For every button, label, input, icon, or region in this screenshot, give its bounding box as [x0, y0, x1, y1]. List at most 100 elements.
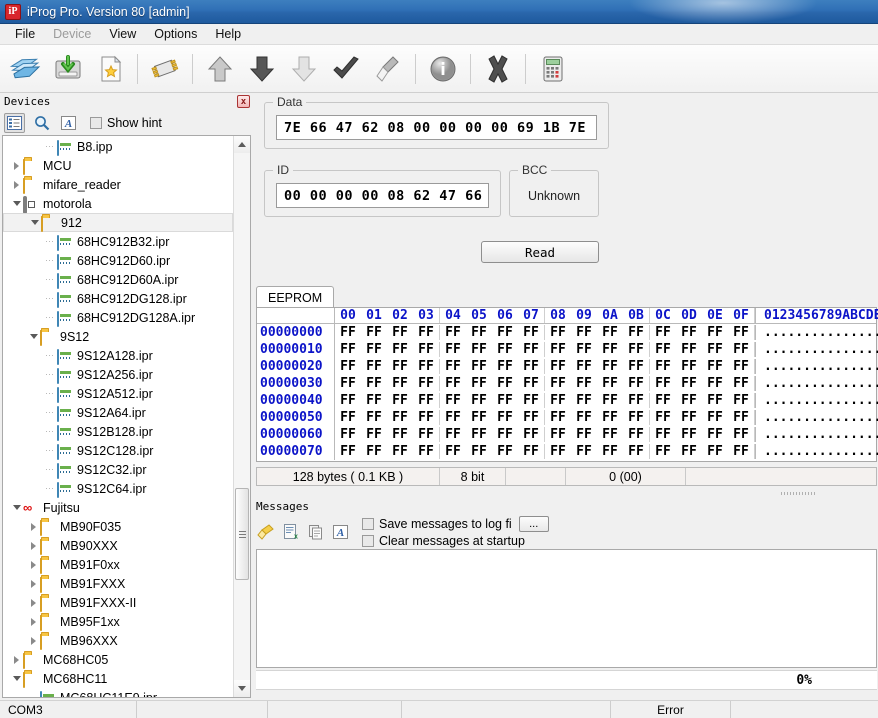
- save-messages-to-log-checkbox[interactable]: Save messages to log fi ...: [362, 516, 549, 532]
- hex-byte-cell[interactable]: FF: [492, 444, 518, 459]
- hex-byte-cell[interactable]: FF: [702, 359, 728, 374]
- hex-byte-cell[interactable]: FF: [387, 393, 413, 408]
- hex-byte-cell[interactable]: FF: [466, 342, 492, 357]
- hex-column-header-cell[interactable]: 06: [492, 308, 518, 323]
- hex-byte-cell[interactable]: FF: [440, 376, 466, 391]
- tree-item[interactable]: MB96XXX: [3, 631, 233, 650]
- menu-item-device[interactable]: Device: [44, 25, 100, 43]
- hex-byte-cell[interactable]: FF: [650, 444, 676, 459]
- chip-icon[interactable]: [145, 47, 185, 91]
- hex-byte-cell[interactable]: FF: [702, 427, 728, 442]
- hex-byte-cell[interactable]: FF: [387, 444, 413, 459]
- hex-byte-cell[interactable]: FF: [440, 325, 466, 340]
- hex-byte-cell[interactable]: FF: [597, 376, 623, 391]
- hex-byte-cell[interactable]: FF: [545, 376, 571, 391]
- hex-byte-cell[interactable]: FF: [728, 342, 754, 357]
- hex-byte-cell[interactable]: FF: [335, 359, 361, 374]
- tree-item[interactable]: motorola: [3, 194, 233, 214]
- hex-byte-cell[interactable]: FF: [335, 410, 361, 425]
- save-to-disk-icon[interactable]: [48, 47, 88, 91]
- font-icon[interactable]: A: [58, 113, 79, 133]
- hex-byte-cell[interactable]: FF: [597, 444, 623, 459]
- tree-item[interactable]: MB91FXXX: [3, 574, 233, 593]
- hex-column-header-cell[interactable]: 0B: [623, 308, 649, 323]
- hex-byte-cell[interactable]: FF: [492, 325, 518, 340]
- hex-byte-cell[interactable]: FF: [571, 359, 597, 374]
- chevron-down-icon[interactable]: [11, 673, 22, 684]
- hex-byte-cell[interactable]: FF: [597, 325, 623, 340]
- tree-item[interactable]: MC68HC11: [3, 669, 233, 688]
- hex-byte-cell[interactable]: FF: [466, 427, 492, 442]
- hex-byte-cell[interactable]: FF: [361, 342, 387, 357]
- cancel-x-icon[interactable]: [478, 47, 518, 91]
- hex-column-header-cell[interactable]: 0D: [676, 308, 702, 323]
- hex-byte-cell[interactable]: FF: [440, 410, 466, 425]
- hex-byte-cell[interactable]: FF: [676, 342, 702, 357]
- tree-item[interactable]: MB91FXXX-II: [3, 593, 233, 612]
- hex-ascii-text[interactable]: ................: [755, 342, 878, 357]
- hex-byte-cell[interactable]: FF: [518, 376, 544, 391]
- hex-byte-cell[interactable]: FF: [623, 342, 649, 357]
- hex-byte-cell[interactable]: FF: [413, 427, 439, 442]
- save-messages-checkbox-box[interactable]: [362, 518, 374, 530]
- hex-byte-cell[interactable]: FF: [650, 427, 676, 442]
- menu-item-options[interactable]: Options: [145, 25, 206, 43]
- hex-byte-cell[interactable]: FF: [728, 325, 754, 340]
- hex-byte-cell[interactable]: FF: [597, 410, 623, 425]
- hex-byte-cell[interactable]: FF: [492, 427, 518, 442]
- chevron-right-icon[interactable]: [28, 578, 39, 589]
- devices-tree-scrollbar[interactable]: [233, 136, 250, 697]
- hex-byte-cell[interactable]: FF: [728, 410, 754, 425]
- tree-item[interactable]: 9S12B128.ipr: [3, 422, 233, 441]
- hex-byte-cell[interactable]: FF: [440, 393, 466, 408]
- hex-byte-cell[interactable]: FF: [676, 427, 702, 442]
- hex-byte-cell[interactable]: FF: [650, 342, 676, 357]
- hex-column-header-cell[interactable]: 02: [387, 308, 413, 323]
- tree-item[interactable]: MB90XXX: [3, 536, 233, 555]
- hex-column-header-cell[interactable]: 04: [440, 308, 466, 323]
- hex-byte-cell[interactable]: FF: [728, 444, 754, 459]
- tree-item[interactable]: 9S12C32.ipr: [3, 460, 233, 479]
- tab-eeprom[interactable]: EEPROM: [256, 286, 335, 308]
- hex-byte-cell[interactable]: FF: [623, 427, 649, 442]
- hex-byte-cell[interactable]: FF: [492, 376, 518, 391]
- export-excel-icon[interactable]: x: [281, 523, 300, 542]
- hex-byte-cell[interactable]: FF: [413, 444, 439, 459]
- hex-column-header-cell[interactable]: 08: [545, 308, 571, 323]
- hex-ascii-text[interactable]: ................: [755, 325, 878, 340]
- hex-byte-cell[interactable]: FF: [545, 444, 571, 459]
- hex-column-header-cell[interactable]: 0F: [728, 308, 754, 323]
- verify-check-icon[interactable]: [326, 47, 366, 91]
- calculator-icon[interactable]: [533, 47, 573, 91]
- chevron-down-icon[interactable]: [11, 198, 22, 209]
- hex-byte-cell[interactable]: FF: [571, 376, 597, 391]
- scroll-up-arrow-icon[interactable]: [234, 136, 250, 153]
- hex-byte-cell[interactable]: FF: [623, 325, 649, 340]
- hex-byte-cell[interactable]: FF: [413, 342, 439, 357]
- hex-byte-cell[interactable]: FF: [545, 359, 571, 374]
- chevron-right-icon[interactable]: [11, 179, 22, 190]
- tree-item[interactable]: 9S12C128.ipr: [3, 441, 233, 460]
- hex-byte-cell[interactable]: FF: [335, 325, 361, 340]
- tree-item[interactable]: 68HC912D60.ipr: [3, 251, 233, 270]
- tree-item[interactable]: MC68HC11E9.ipr: [3, 688, 233, 697]
- hex-byte-cell[interactable]: FF: [335, 376, 361, 391]
- scroll-down-arrow-icon[interactable]: [234, 680, 250, 697]
- show-hint-checkbox-box[interactable]: [90, 116, 102, 129]
- hex-byte-cell[interactable]: FF: [597, 427, 623, 442]
- hex-column-header-cell[interactable]: 00: [335, 308, 361, 323]
- hex-byte-cell[interactable]: FF: [466, 376, 492, 391]
- chevron-down-icon[interactable]: [28, 331, 39, 342]
- scrollbar-thumb[interactable]: [235, 488, 249, 580]
- tree-item[interactable]: 9S12C64.ipr: [3, 479, 233, 498]
- hex-byte-cell[interactable]: FF: [623, 444, 649, 459]
- hex-byte-cell[interactable]: FF: [387, 427, 413, 442]
- tree-item[interactable]: mifare_reader: [3, 175, 233, 194]
- id-value-field[interactable]: 00 00 00 00 08 62 47 66: [276, 183, 489, 208]
- hex-byte-cell[interactable]: FF: [571, 444, 597, 459]
- hex-byte-cell[interactable]: FF: [650, 376, 676, 391]
- open-folder-icon[interactable]: [6, 47, 46, 91]
- hex-byte-cell[interactable]: FF: [361, 427, 387, 442]
- hex-byte-cell[interactable]: FF: [361, 410, 387, 425]
- hex-byte-cell[interactable]: FF: [545, 393, 571, 408]
